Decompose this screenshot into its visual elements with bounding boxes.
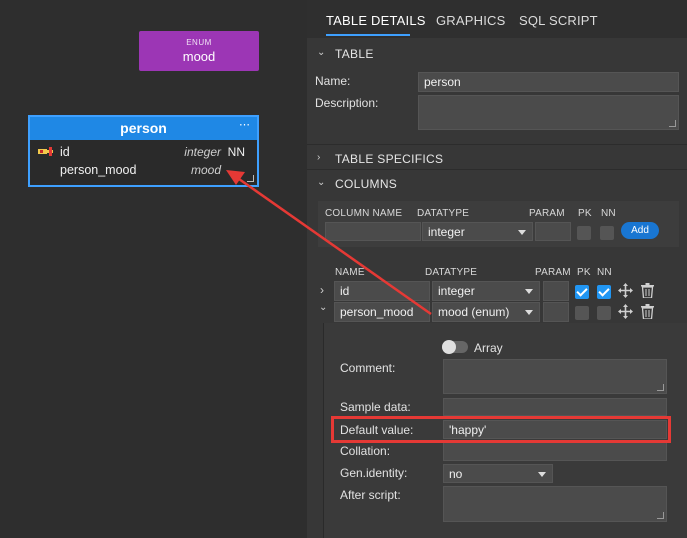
expand-row-icon[interactable]: › xyxy=(320,283,324,297)
divider xyxy=(307,169,687,170)
new-column-pk-checkbox[interactable] xyxy=(577,226,591,240)
comment-input[interactable] xyxy=(443,359,667,394)
chevron-down-icon xyxy=(525,310,533,315)
comment-label: Comment: xyxy=(340,361,396,375)
description-label: Description: xyxy=(315,96,379,110)
entity-title: person xyxy=(120,120,167,136)
sample-data-input[interactable] xyxy=(443,398,667,416)
enum-mood-box[interactable]: ENUM mood xyxy=(139,31,259,71)
highlight-box xyxy=(331,416,671,443)
list-param-header: PARAM xyxy=(535,267,571,278)
chevron-down-icon xyxy=(538,472,546,477)
selected-value: no xyxy=(449,467,463,481)
active-tab-indicator xyxy=(326,34,410,36)
section-table-header[interactable]: ⌄ TABLE xyxy=(307,42,687,66)
move-icon[interactable] xyxy=(618,304,633,319)
selected-value: integer xyxy=(438,284,475,298)
entity-column-type: mood xyxy=(190,163,221,177)
selected-value: integer xyxy=(428,225,465,239)
list-datatype-header: DATATYPE xyxy=(425,267,478,278)
tab-table-details[interactable]: TABLE DETAILS xyxy=(326,13,426,28)
column-param-input[interactable] xyxy=(543,281,569,301)
collapse-row-icon[interactable]: ⌄ xyxy=(319,302,327,313)
selected-value: mood (enum) xyxy=(438,305,510,319)
add-column-button[interactable]: Add xyxy=(621,222,659,239)
new-col-param-header: PARAM xyxy=(529,208,565,219)
after-script-label: After script: xyxy=(340,488,401,502)
column-pk-checkbox[interactable] xyxy=(575,285,589,299)
new-column-datatype-select[interactable]: integer xyxy=(422,222,533,241)
section-table-specifics-header[interactable]: › TABLE SPECIFICS xyxy=(307,147,687,171)
panel-tabs: TABLE DETAILS GRAPHICS SQL SCRIPT xyxy=(307,0,687,38)
chevron-right-icon: › xyxy=(317,152,321,163)
column-nn-checkbox[interactable] xyxy=(597,306,611,320)
array-toggle[interactable] xyxy=(442,340,468,354)
collation-label: Collation: xyxy=(340,444,391,458)
section-columns-header[interactable]: ⌄ COLUMNS xyxy=(307,172,687,196)
new-column-nn-checkbox[interactable] xyxy=(600,226,614,240)
list-nn-header: NN xyxy=(597,267,612,278)
column-param-input[interactable] xyxy=(543,302,569,322)
tab-sql-script[interactable]: SQL SCRIPT xyxy=(519,13,598,28)
name-label: Name: xyxy=(315,74,351,88)
entity-person-box[interactable]: person ⋯ id integer NN person_mood mood xyxy=(28,115,259,187)
chevron-down-icon xyxy=(525,289,533,294)
entity-column-name: person_mood xyxy=(60,163,137,177)
entity-resize-handle[interactable] xyxy=(247,175,254,182)
table-name-input[interactable]: person xyxy=(418,72,679,92)
gen-identity-label: Gen.identity: xyxy=(340,466,408,480)
entity-menu-icon[interactable]: ⋯ xyxy=(239,114,250,137)
collation-input[interactable] xyxy=(443,442,667,461)
entity-column-row[interactable]: person_mood mood xyxy=(38,161,249,179)
column-name-input[interactable]: person_mood xyxy=(334,302,430,322)
section-title: TABLE SPECIFICS xyxy=(335,152,444,166)
table-description-input[interactable] xyxy=(418,95,679,130)
chevron-down-icon: ⌄ xyxy=(317,177,326,188)
move-icon[interactable] xyxy=(618,283,633,298)
list-pk-header: PK xyxy=(577,267,591,278)
enum-name-label: mood xyxy=(182,49,216,64)
trash-icon[interactable] xyxy=(641,304,654,319)
divider xyxy=(307,144,687,145)
diagram-canvas[interactable]: ENUM mood person ⋯ id integer NN person_… xyxy=(0,0,307,538)
chevron-down-icon: ⌄ xyxy=(317,47,326,58)
column-datatype-select[interactable]: mood (enum) xyxy=(432,302,540,322)
trash-icon[interactable] xyxy=(641,283,654,298)
new-col-name-header: COLUMN NAME xyxy=(325,208,403,219)
entity-column-type: integer xyxy=(184,145,221,159)
entity-column-flag: NN xyxy=(227,145,245,159)
column-pk-checkbox[interactable] xyxy=(575,306,589,320)
gen-identity-select[interactable]: no xyxy=(443,464,553,483)
column-nn-checkbox[interactable] xyxy=(597,285,611,299)
enum-kind-label: ENUM xyxy=(186,38,212,47)
properties-panel: TABLE DETAILS GRAPHICS SQL SCRIPT ⌄ TABL… xyxy=(307,0,687,538)
new-col-nn-header: NN xyxy=(601,208,616,219)
chevron-down-icon xyxy=(518,230,526,235)
tab-graphics[interactable]: GRAPHICS xyxy=(436,13,506,28)
array-label: Array xyxy=(474,341,503,355)
new-col-pk-header: PK xyxy=(578,208,592,219)
primary-key-icon xyxy=(38,147,53,156)
new-column-param-input[interactable] xyxy=(535,222,571,241)
entity-header[interactable]: person ⋯ xyxy=(30,117,257,140)
column-datatype-select[interactable]: integer xyxy=(432,281,540,301)
after-script-input[interactable] xyxy=(443,486,667,522)
new-column-name-input[interactable] xyxy=(325,222,421,241)
entity-column-row[interactable]: id integer NN xyxy=(38,143,249,161)
sample-data-label: Sample data: xyxy=(340,400,411,414)
column-name-input[interactable]: id xyxy=(334,281,430,301)
entity-column-name: id xyxy=(60,145,70,159)
list-name-header: NAME xyxy=(335,267,365,278)
section-title: TABLE xyxy=(335,47,374,61)
new-col-datatype-header: DATATYPE xyxy=(417,208,470,219)
section-title: COLUMNS xyxy=(335,177,398,191)
